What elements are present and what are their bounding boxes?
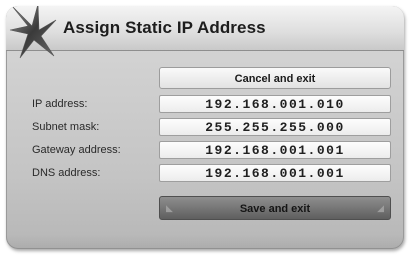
ip-address-label: IP address: bbox=[32, 98, 88, 110]
ip-address-field[interactable] bbox=[159, 95, 391, 113]
dns-address-label: DNS address: bbox=[32, 167, 101, 179]
gateway-address-label: Gateway address: bbox=[32, 144, 121, 156]
save-and-exit-button[interactable]: ◣ Save and exit ◢ bbox=[159, 196, 391, 220]
cancel-and-exit-button[interactable]: Cancel and exit bbox=[159, 67, 391, 89]
right-decoration-icon: ◢ bbox=[377, 203, 384, 213]
dialog-bottom-shade bbox=[6, 235, 404, 249]
assign-static-ip-dialog: Assign Static IP Address Cancel and exit… bbox=[6, 6, 404, 249]
save-and-exit-label: Save and exit bbox=[239, 203, 311, 215]
dialog-title-bar: Assign Static IP Address bbox=[6, 6, 404, 59]
subnet-mask-label: Subnet mask: bbox=[32, 121, 100, 133]
left-decoration-icon: ◣ bbox=[166, 203, 173, 213]
gateway-address-field[interactable] bbox=[159, 141, 391, 159]
dialog-title: Assign Static IP Address bbox=[63, 18, 266, 37]
x-logo-icon bbox=[9, 6, 57, 59]
subnet-mask-field[interactable] bbox=[159, 118, 391, 136]
dns-address-field[interactable] bbox=[159, 164, 391, 182]
